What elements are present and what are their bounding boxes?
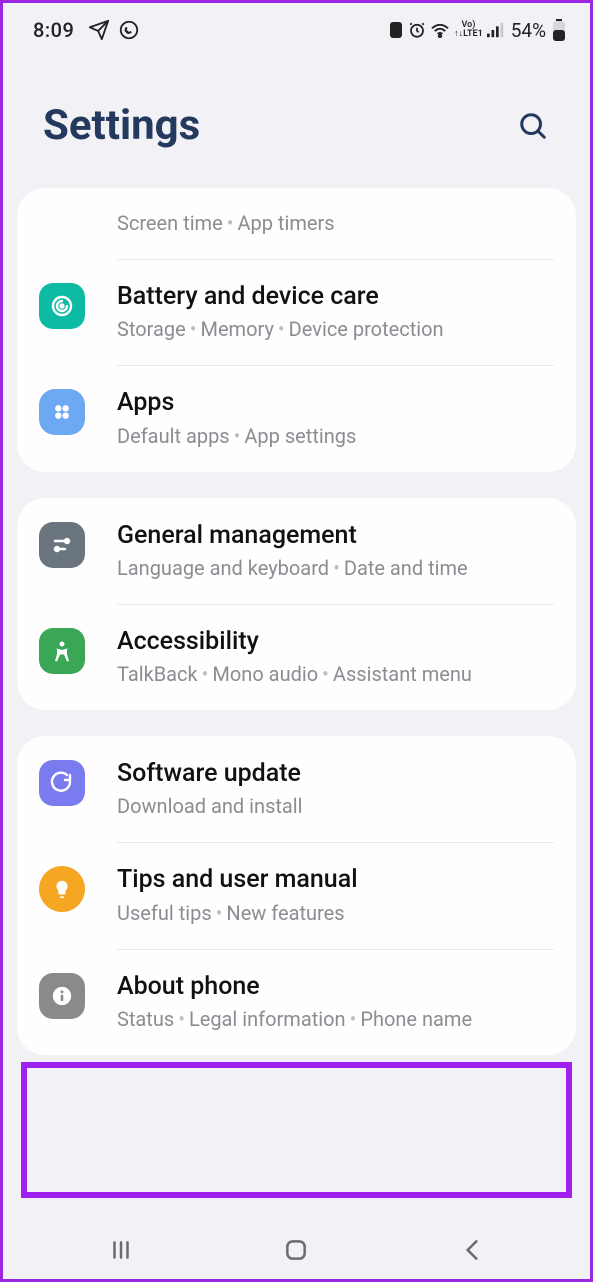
item-title: General management	[117, 520, 558, 551]
whatsapp-icon	[118, 19, 140, 41]
battery-care-icon	[39, 283, 85, 329]
accessibility-icon	[39, 628, 85, 674]
item-sub: Download and install	[117, 793, 558, 820]
settings-item-about-phone[interactable]: About phone Status•Legal information•Pho…	[17, 949, 576, 1055]
nav-home[interactable]	[256, 1237, 336, 1263]
highlight-about-phone	[21, 1062, 572, 1198]
page-title: Settings	[43, 101, 200, 150]
alarm-icon	[408, 21, 426, 39]
search-button[interactable]	[511, 104, 555, 148]
clock: 8:09	[33, 18, 74, 42]
item-title: Battery and device care	[117, 281, 558, 312]
item-sub: Default apps•App settings	[117, 423, 558, 450]
nav-recents[interactable]	[81, 1237, 161, 1263]
nav-back[interactable]	[432, 1237, 512, 1263]
item-title: Software update	[117, 758, 558, 789]
header: Settings	[3, 57, 590, 190]
lte-indicator: Vo) ↑↓LTE1	[454, 21, 483, 39]
settings-item-general-management[interactable]: General management Language and keyboard…	[17, 498, 576, 604]
battery-icon	[552, 19, 566, 41]
settings-card-1: Screen time•App timers Battery and devic…	[17, 188, 576, 472]
settings-item-digital-wellbeing[interactable]: Screen time•App timers	[17, 188, 576, 259]
tips-icon	[39, 866, 85, 912]
settings-item-battery[interactable]: Battery and device care Storage•Memory•D…	[17, 259, 576, 365]
item-sub: Useful tips•New features	[117, 900, 558, 927]
settings-item-software-update[interactable]: Software update Download and install	[17, 736, 576, 842]
signal-icon	[487, 22, 505, 38]
battery-percent: 54%	[511, 19, 546, 42]
item-sub: Language and keyboard•Date and time	[117, 555, 558, 582]
about-phone-icon	[39, 973, 85, 1019]
settings-item-accessibility[interactable]: Accessibility TalkBack•Mono audio•Assist…	[17, 604, 576, 710]
settings-card-2: General management Language and keyboard…	[17, 498, 576, 711]
item-sub: Storage•Memory•Device protection	[117, 316, 558, 343]
item-sub: Screen time•App timers	[117, 210, 558, 237]
item-title: About phone	[117, 971, 558, 1002]
general-management-icon	[39, 522, 85, 568]
status-bar: 8:09 Vo) ↑↓LTE1 54%	[3, 3, 590, 57]
item-title: Apps	[117, 387, 558, 418]
wifi-icon	[430, 22, 450, 38]
item-title: Accessibility	[117, 626, 558, 657]
notif-icon	[388, 21, 404, 39]
item-title: Tips and user manual	[117, 864, 558, 895]
settings-item-apps[interactable]: Apps Default apps•App settings	[17, 365, 576, 471]
apps-icon	[39, 389, 85, 435]
item-sub: TalkBack•Mono audio•Assistant menu	[117, 661, 558, 688]
telegram-icon	[88, 19, 110, 41]
settings-card-3: Software update Download and install Tip…	[17, 736, 576, 1055]
software-update-icon	[39, 760, 85, 806]
navigation-bar	[3, 1221, 590, 1279]
settings-item-tips[interactable]: Tips and user manual Useful tips•New fea…	[17, 842, 576, 948]
item-sub: Status•Legal information•Phone name	[117, 1006, 558, 1033]
